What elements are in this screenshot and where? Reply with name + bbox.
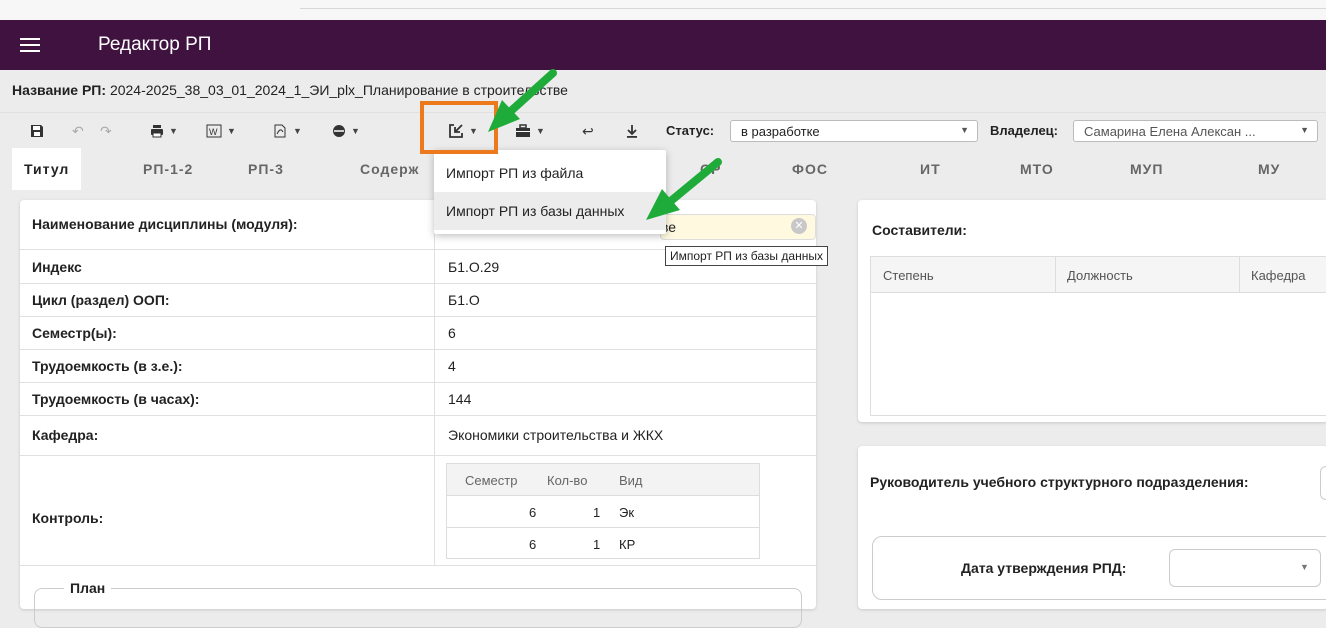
arrow-to-database-item bbox=[646, 158, 722, 220]
annotation-arrows bbox=[488, 69, 722, 220]
arrow-to-import-button bbox=[488, 69, 557, 132]
